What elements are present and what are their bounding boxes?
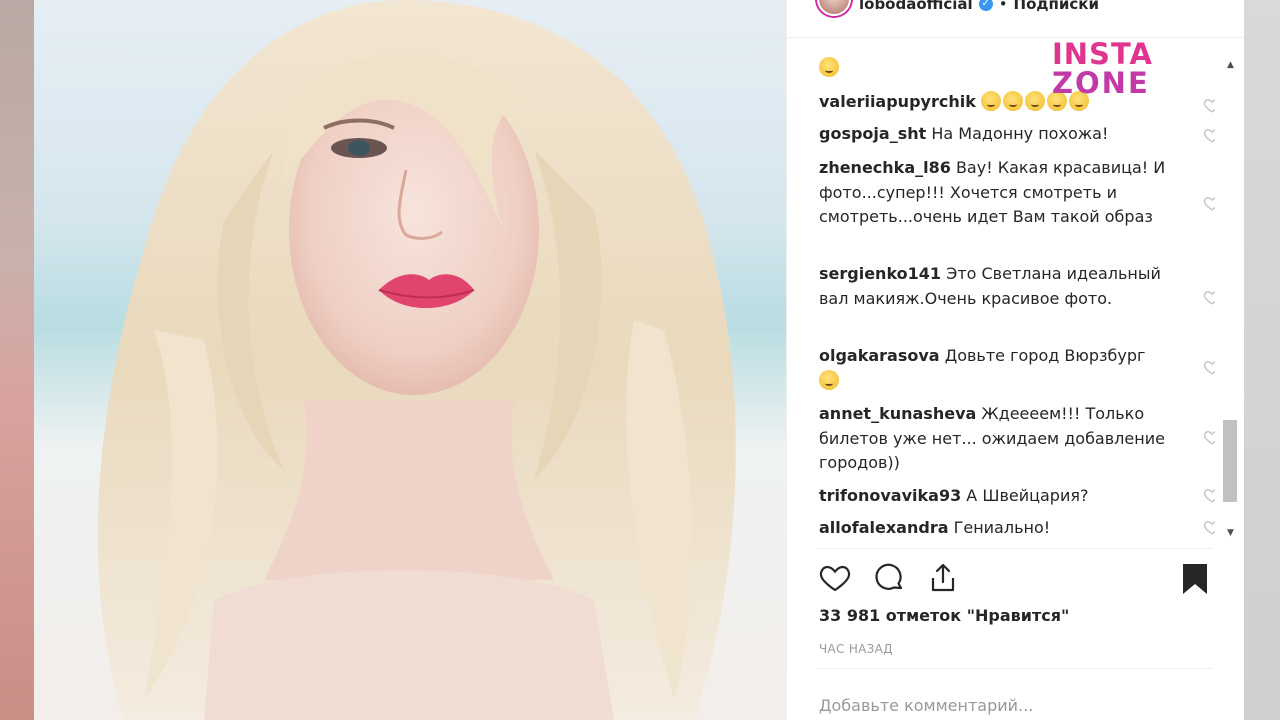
clap-icon: [980, 91, 1001, 111]
comment-item: zhenechka_l86 Вау! Какая красавица! И фо…: [819, 156, 1191, 230]
following-button[interactable]: Подписки: [1014, 0, 1099, 13]
comment-item: annet_kunasheva Ждеееем!!! Только билето…: [819, 402, 1191, 476]
post-timestamp[interactable]: ЧАС НАЗАД: [819, 642, 893, 656]
scroll-up-icon[interactable]: ▲: [1227, 60, 1234, 70]
comment-username[interactable]: zhenechka_l86: [819, 158, 951, 177]
comment-icon[interactable]: [871, 560, 907, 596]
comment-username[interactable]: trifonovavika93: [819, 486, 961, 505]
comment-text: Довьте город Вюрзбург: [944, 346, 1146, 365]
post-detail-panel: lobodaofficial ✓ • Подписки valeriiapupy…: [786, 0, 1245, 720]
bookmark-icon[interactable]: [1177, 560, 1213, 596]
comment-like-heart-icon[interactable]: [1203, 96, 1215, 114]
clap-icon: [1002, 91, 1023, 111]
divider: [817, 668, 1213, 669]
scroll-down-icon[interactable]: ▼: [1227, 528, 1234, 538]
comment-username[interactable]: gospoja_sht: [819, 124, 926, 143]
comment-username[interactable]: valeriiapupyrchik: [819, 92, 976, 111]
video-edge-right: [1244, 0, 1280, 720]
add-comment-input[interactable]: Добавьте комментарий...: [819, 696, 1033, 715]
comment-like-heart-icon[interactable]: [1203, 486, 1215, 504]
comment-username[interactable]: olgakarasova: [819, 346, 940, 365]
share-icon[interactable]: [925, 560, 961, 596]
heart-icon[interactable]: [817, 560, 853, 596]
watermark-line1: INSTA: [1052, 37, 1153, 71]
emoji-icon: [819, 369, 839, 390]
comment-like-heart-icon[interactable]: [1203, 194, 1215, 212]
comment-username[interactable]: allofalexandra: [819, 518, 949, 537]
insta-zone-watermark: INSTA ZONE: [1052, 40, 1192, 104]
avatar[interactable]: [817, 0, 851, 16]
divider: [817, 548, 1213, 549]
comment-text: На Мадонну похожа!: [931, 124, 1109, 143]
likes-count[interactable]: 33 981 отметок "Нравится": [819, 606, 1069, 625]
clap-icon: [1024, 91, 1045, 111]
video-edge-left: [0, 0, 34, 720]
portrait-illustration: [97, 0, 736, 720]
emoji-icon: [819, 57, 839, 77]
comment-item: olgakarasova Довьте город Вюрзбург: [819, 344, 1191, 393]
comment-like-heart-icon[interactable]: [1203, 518, 1215, 536]
comment-username[interactable]: sergienko141: [819, 264, 941, 283]
separator: •: [998, 0, 1008, 13]
post-actions: [817, 560, 1213, 596]
comment-item: gospoja_sht На Мадонну похожа!: [819, 122, 1191, 147]
comment-like-heart-icon[interactable]: [1203, 428, 1215, 446]
post-header: lobodaofficial ✓ • Подписки: [787, 0, 1245, 38]
post-username[interactable]: lobodaofficial: [859, 0, 973, 13]
comment-like-heart-icon[interactable]: [1203, 358, 1215, 376]
username-row: lobodaofficial ✓ • Подписки: [859, 0, 1099, 14]
comment-item: trifonovavika93 А Швейцария?: [819, 484, 1191, 509]
comment-item: allofalexandra Гениально!: [819, 516, 1191, 541]
comment-text: А Швейцария?: [966, 486, 1089, 505]
verified-badge-icon: ✓: [978, 0, 993, 11]
scrollbar-thumb[interactable]: [1223, 420, 1237, 502]
comment-like-heart-icon[interactable]: [1203, 126, 1215, 144]
comment-like-heart-icon[interactable]: [1203, 288, 1215, 306]
comment-text: Гениально!: [953, 518, 1051, 537]
watermark-line2: ZONE: [1052, 66, 1150, 100]
comment-item: sergienko141 Это Светлана идеальный вал …: [819, 262, 1191, 311]
comment-username[interactable]: annet_kunasheva: [819, 404, 976, 423]
comments-scrollbar[interactable]: ▲ ▼: [1221, 56, 1243, 546]
comments-list[interactable]: valeriiapupyrchik gospoja_sht На Мадонну…: [819, 56, 1215, 546]
post-photo[interactable]: [34, 0, 786, 720]
